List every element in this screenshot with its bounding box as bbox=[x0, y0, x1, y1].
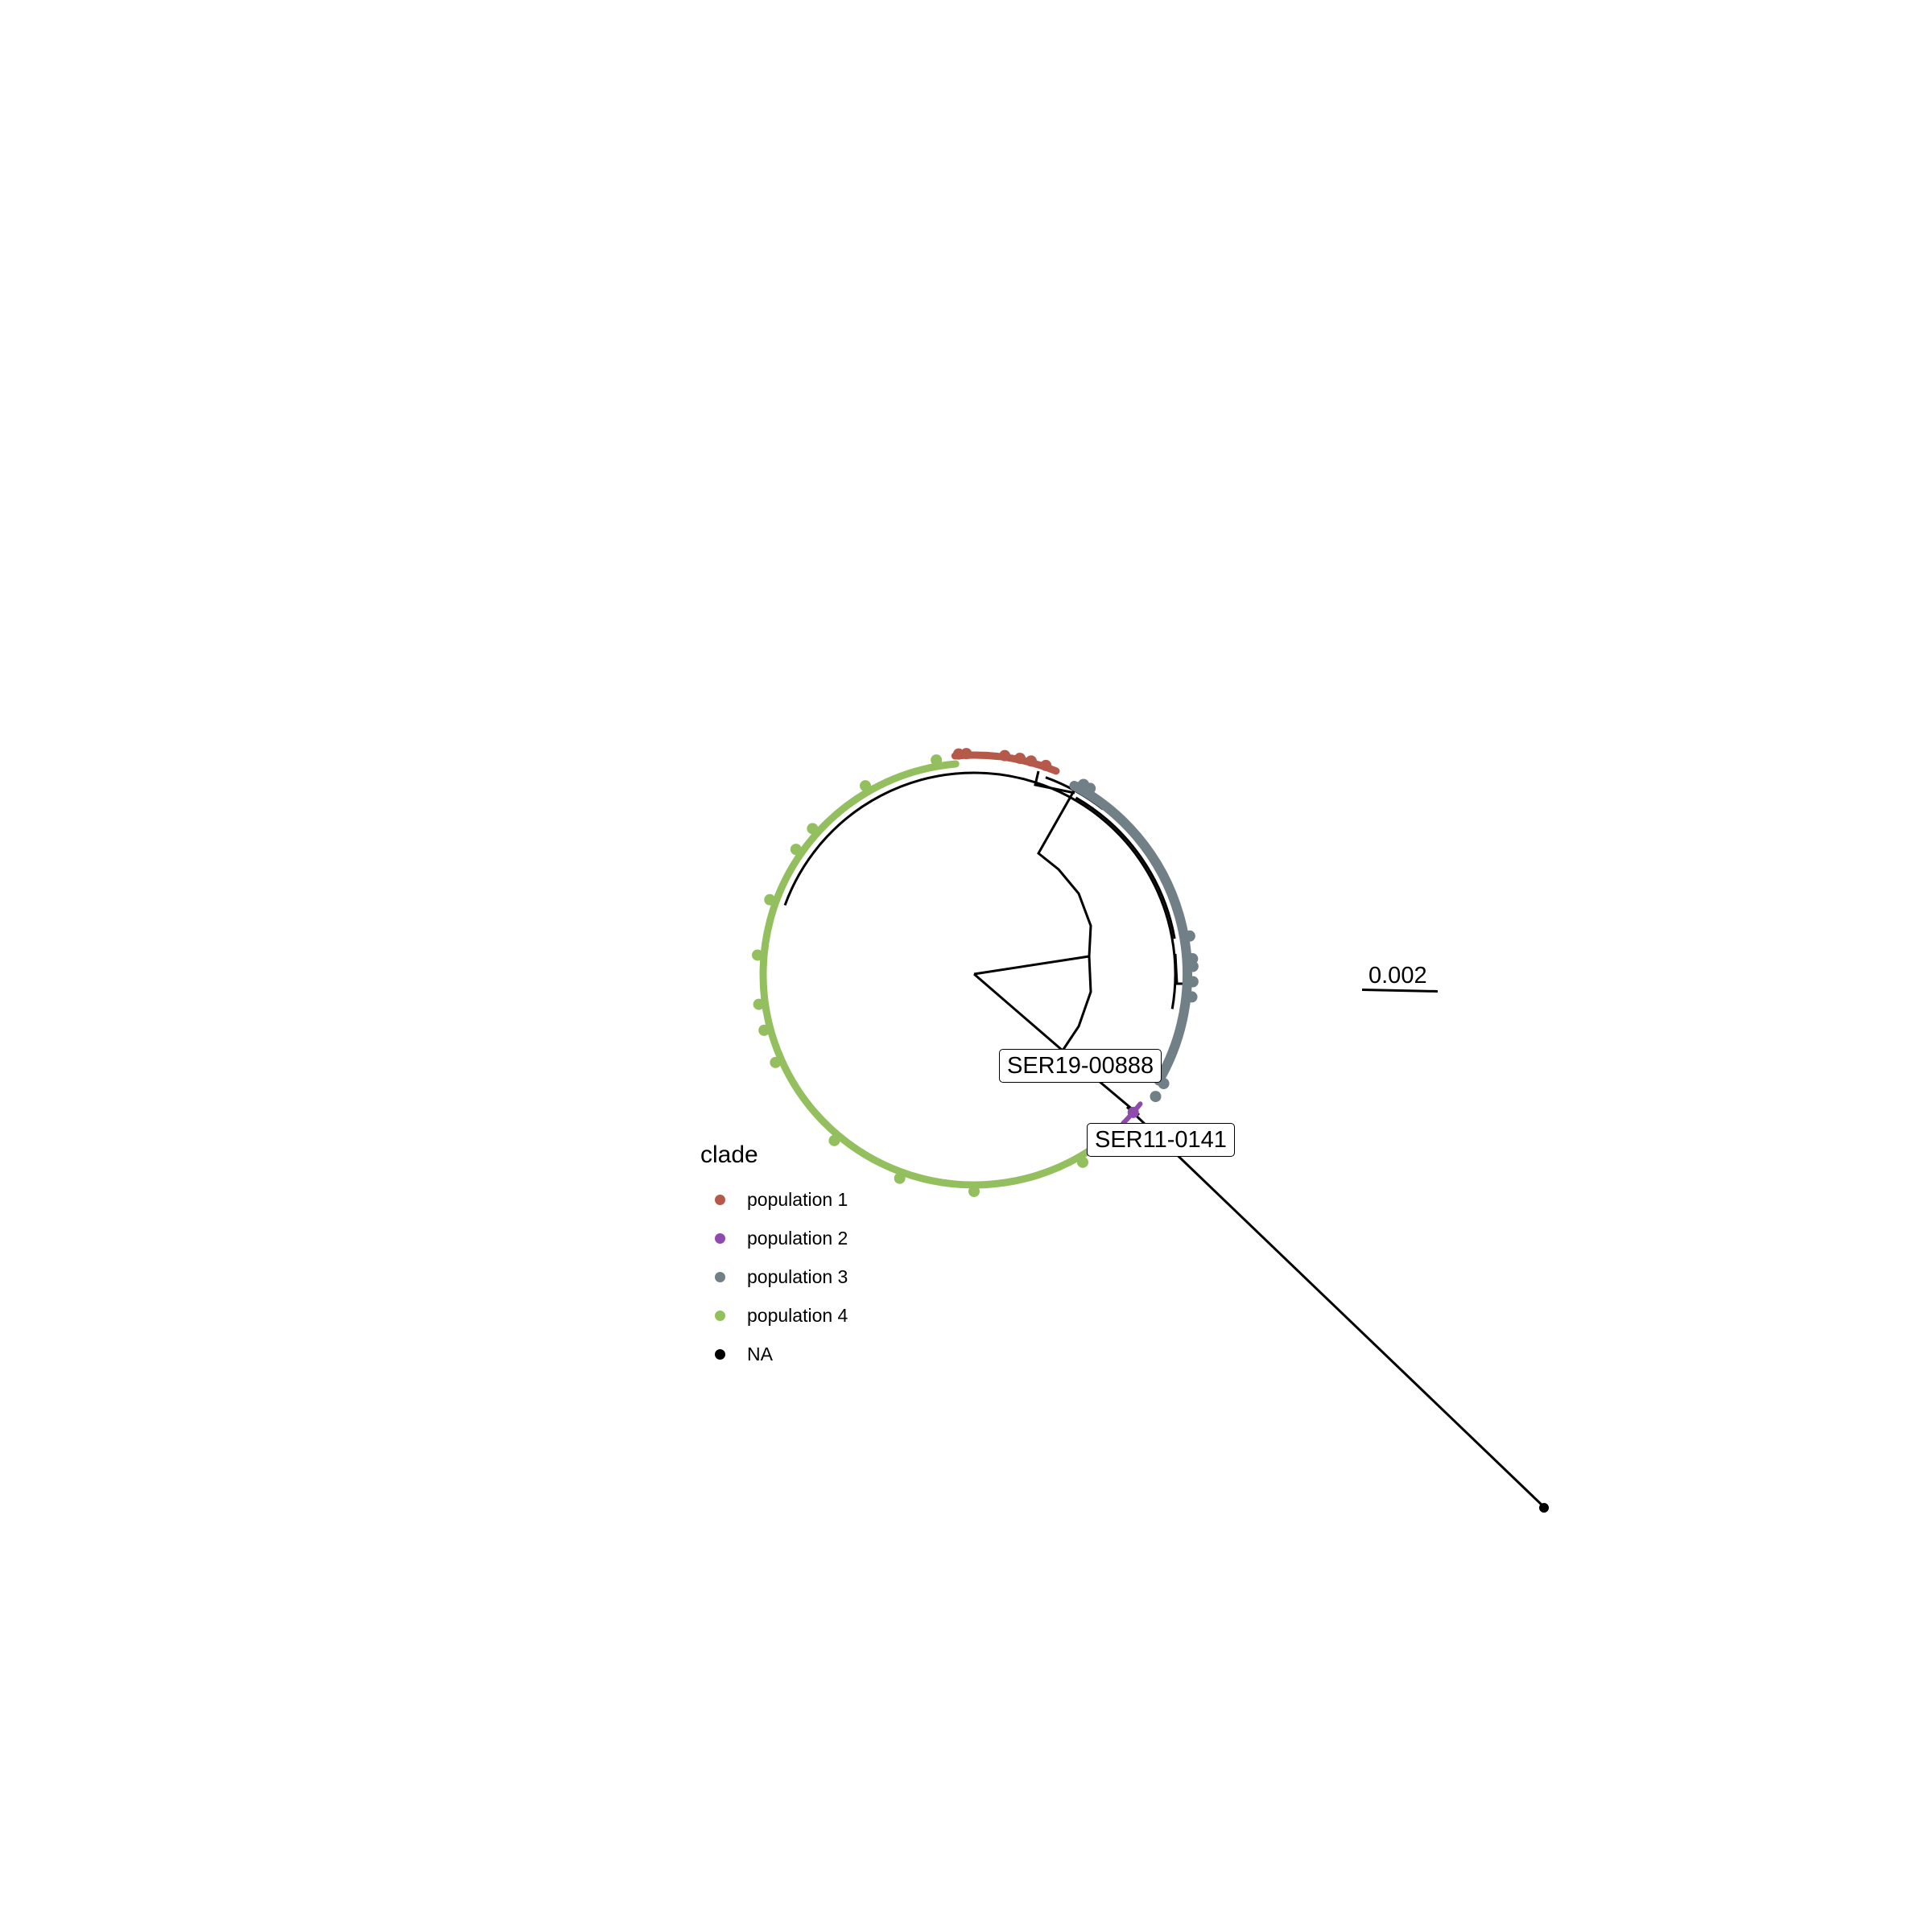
population-4-tip-point bbox=[752, 949, 764, 961]
legend-title: clade bbox=[700, 1141, 758, 1168]
legend-item-population-2: population 2 bbox=[700, 1219, 848, 1257]
legend-dot bbox=[715, 1232, 725, 1244]
population-4-tip-point bbox=[758, 1024, 770, 1036]
legend-item-population-4: population 4 bbox=[700, 1296, 848, 1335]
circular-tree bbox=[752, 748, 1549, 1513]
population-4-tip-point bbox=[807, 823, 819, 835]
legend-dot bbox=[715, 1310, 725, 1321]
tip-label-ser19-00888: SER19-00888 bbox=[999, 1049, 1162, 1083]
legend-item-population-3: population 3 bbox=[700, 1257, 848, 1296]
legend-label: population 4 bbox=[747, 1304, 848, 1326]
legend-label: population 1 bbox=[747, 1188, 848, 1210]
legend: clade population 1 population 2 populati… bbox=[700, 1141, 848, 1373]
phylogenetic-tree-figure: SER19-00888 SER11-0141 0.002 clade popul… bbox=[0, 0, 1932, 1932]
population-4-tip-point bbox=[894, 1172, 906, 1184]
outlier-branch bbox=[1125, 1105, 1546, 1509]
population-4-tip-point bbox=[860, 780, 871, 792]
population-1-tip-point bbox=[999, 749, 1011, 762]
population-3-tip-point bbox=[1187, 960, 1199, 972]
legend-item-population-1: population 1 bbox=[700, 1180, 848, 1219]
population-4-tip-point bbox=[764, 894, 776, 906]
legend-dot bbox=[715, 1271, 725, 1282]
population-4-tip-point bbox=[931, 754, 943, 766]
population-3-tip-point bbox=[1187, 976, 1199, 988]
population-3-tip-point bbox=[1150, 1091, 1162, 1103]
population-4-tip-point bbox=[1077, 1156, 1088, 1168]
population-4-tip-point bbox=[790, 844, 802, 856]
na-tip-point bbox=[1539, 1503, 1549, 1513]
legend-dot bbox=[715, 1194, 725, 1205]
population-1-tip-point bbox=[1013, 752, 1026, 764]
population-4-tip-point bbox=[968, 1186, 980, 1197]
population-2-tip-point bbox=[1127, 1106, 1139, 1118]
population-3-tip-point bbox=[1183, 930, 1195, 942]
population-4-tip-point bbox=[753, 998, 765, 1010]
population-3-tip-point bbox=[1186, 991, 1198, 1003]
population-1-tip-point bbox=[1025, 755, 1037, 767]
population-1-tip-point bbox=[1040, 759, 1052, 771]
legend-item-na: NA bbox=[700, 1335, 848, 1373]
root-branch bbox=[973, 955, 1092, 1055]
population-1-tip-point bbox=[960, 748, 972, 760]
legend-label: population 3 bbox=[747, 1265, 848, 1287]
scale-bar-label: 0.002 bbox=[1368, 963, 1427, 989]
population-3-tip-point bbox=[1084, 782, 1096, 795]
legend-dot bbox=[715, 1348, 725, 1360]
tip-label-ser11-0141: SER11-0141 bbox=[1087, 1123, 1235, 1157]
population-4-tip-point bbox=[770, 1056, 782, 1068]
legend-label: NA bbox=[747, 1343, 773, 1364]
root-branch bbox=[973, 972, 1063, 1052]
legend-label: population 2 bbox=[747, 1227, 848, 1249]
internal-branch bbox=[1037, 782, 1092, 957]
